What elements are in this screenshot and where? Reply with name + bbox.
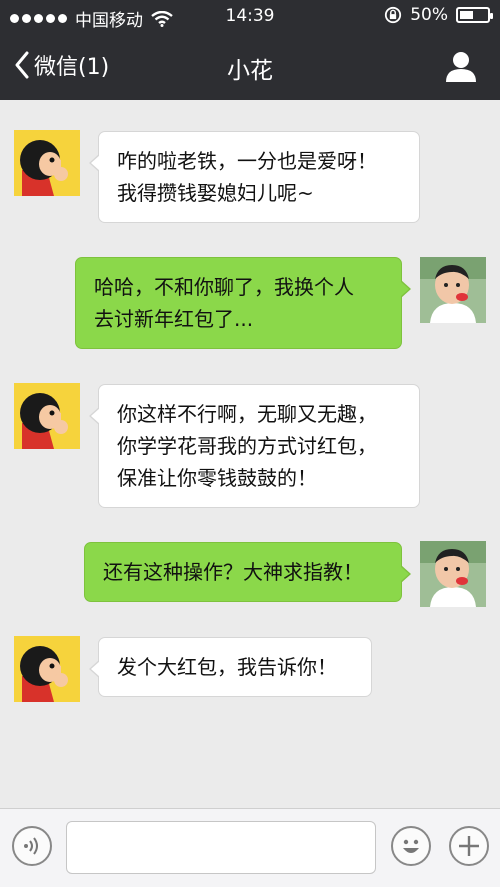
message-line: 保准让你零钱鼓鼓的！ bbox=[117, 466, 317, 490]
plus-icon bbox=[459, 836, 479, 856]
message-bubble-incoming[interactable]: 发个大红包，我告诉你！ bbox=[89, 637, 372, 697]
voice-button[interactable] bbox=[12, 826, 52, 866]
message-input[interactable] bbox=[66, 821, 376, 874]
message-line: 你这样不行啊，无聊又无趣， bbox=[117, 402, 377, 426]
message-bubble-incoming[interactable]: 你这样不行啊，无聊又无趣， 你学学花哥我的方式讨红包， 保准让你零钱鼓鼓的！ bbox=[89, 384, 420, 508]
battery-level bbox=[460, 11, 473, 19]
cartoon-avatar-icon bbox=[14, 383, 80, 449]
more-button[interactable] bbox=[449, 826, 489, 866]
contact-avatar[interactable] bbox=[14, 130, 80, 196]
message-line: 咋的啦老铁，一分也是爱呀！ bbox=[117, 149, 377, 173]
chat-header: 微信(1) 小花 bbox=[0, 34, 500, 100]
battery-icon bbox=[456, 7, 493, 23]
boy-photo-avatar-icon bbox=[420, 541, 486, 607]
message-line: 发个大红包，我告诉你！ bbox=[117, 655, 337, 679]
status-right: 50% bbox=[384, 5, 493, 25]
chat-title: 小花 bbox=[227, 58, 273, 84]
message-bubble-outgoing[interactable]: 还有这种操作？大神求指教！ bbox=[84, 542, 411, 602]
contact-avatar[interactable] bbox=[14, 383, 80, 449]
status-bar: 中国移动 14:39 50% bbox=[0, 0, 500, 34]
battery-percent: 50% bbox=[410, 5, 448, 25]
message-line: 哈哈，不和你聊了，我换个人 bbox=[94, 275, 354, 299]
message-line: 还有这种操作？大神求指教！ bbox=[103, 560, 363, 584]
emoji-button[interactable] bbox=[391, 826, 431, 866]
user-profile-icon[interactable] bbox=[444, 49, 478, 83]
my-avatar[interactable] bbox=[420, 257, 486, 323]
cartoon-avatar-icon bbox=[14, 636, 80, 702]
message-line: 你学学花哥我的方式讨红包， bbox=[117, 434, 377, 458]
message-line: 我得攒钱娶媳妇儿呢~ bbox=[117, 181, 314, 205]
boy-photo-avatar-icon bbox=[420, 257, 486, 323]
my-avatar[interactable] bbox=[420, 541, 486, 607]
message-bubble-incoming[interactable]: 咋的啦老铁，一分也是爱呀！ 我得攒钱娶媳妇儿呢~ bbox=[89, 131, 420, 223]
rotation-lock-icon bbox=[385, 6, 402, 24]
emoji-icon bbox=[403, 839, 419, 853]
message-list[interactable]: 咋的啦老铁，一分也是爱呀！ 我得攒钱娶媳妇儿呢~ 哈哈，不和你聊了，我换个人 去… bbox=[0, 100, 500, 808]
input-toolbar bbox=[0, 808, 500, 887]
contact-avatar[interactable] bbox=[14, 636, 80, 702]
message-line: 去讨新年红包了... bbox=[94, 307, 254, 331]
message-bubble-outgoing[interactable]: 哈哈，不和你聊了，我换个人 去讨新年红包了... bbox=[75, 257, 411, 349]
voice-icon bbox=[24, 837, 38, 855]
cartoon-avatar-icon bbox=[14, 130, 80, 196]
